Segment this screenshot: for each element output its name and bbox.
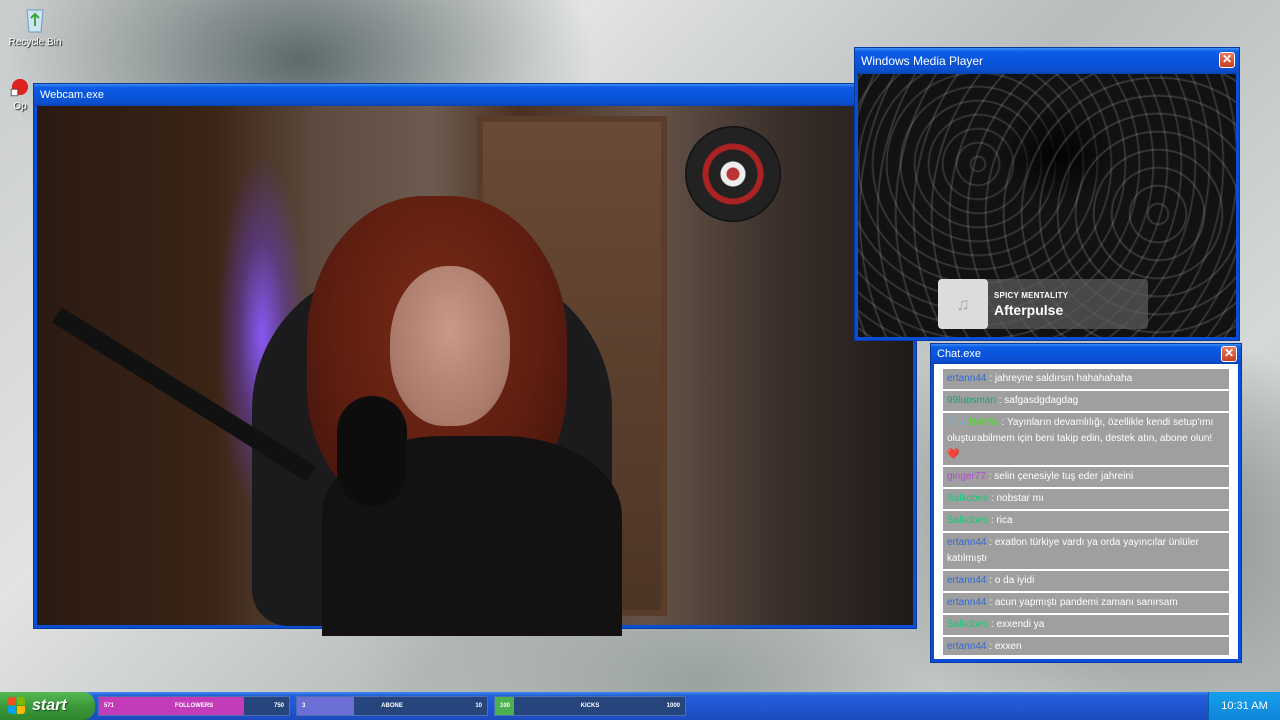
close-icon[interactable]: ✕ bbox=[1219, 52, 1235, 68]
window-title: Chat.exe bbox=[937, 348, 982, 360]
goal-bar-kicks: 100 KICKS 1000 bbox=[494, 696, 686, 716]
chat-message: Salkobes : nobstar mı bbox=[943, 489, 1229, 509]
desktop-icon-recycle-bin[interactable]: Recycle Bin bbox=[0, 4, 70, 48]
chat-text: : rica bbox=[990, 515, 1013, 526]
chat-text: : selin çenesiyle tuş eder jahreini bbox=[988, 471, 1134, 482]
webcam-background-dartboard bbox=[685, 126, 781, 222]
media-player-titlebar[interactable]: Windows Media Player ✕ bbox=[855, 48, 1239, 74]
chat-username[interactable]: 99luosman bbox=[947, 395, 996, 406]
app-shortcut-icon bbox=[10, 78, 29, 97]
chat-message: ⓘ ✓ BotRix : Yayınların devamlılığı, öze… bbox=[943, 413, 1229, 465]
chat-username[interactable]: ertann44 bbox=[947, 373, 986, 384]
media-visualizer: ♫ SPICY MENTALITY Afterpulse bbox=[858, 74, 1236, 337]
goal-goal: 1000 bbox=[666, 703, 680, 709]
chat-message: Salkobes : rica bbox=[943, 511, 1229, 531]
album-art-icon: ♫ bbox=[938, 279, 988, 329]
chat-username[interactable]: ertann44 bbox=[947, 641, 986, 652]
user-badges-icon: ⓘ ✓ bbox=[947, 417, 967, 428]
goal-label: ABONE bbox=[381, 703, 403, 709]
desktop-icon-label: Op bbox=[13, 101, 27, 112]
chat-username[interactable]: ertann44 bbox=[947, 537, 986, 548]
goal-bar-abone: 3 ABONE 10 bbox=[296, 696, 488, 716]
chat-message: ertann44 : o da iyidi bbox=[943, 571, 1229, 591]
chat-message: ertann44 : acun yapmıştı pandemi zamanı … bbox=[943, 593, 1229, 613]
close-icon[interactable]: ✕ bbox=[1221, 346, 1237, 362]
chat-message: 99luosman : safgasdgdagdag bbox=[943, 391, 1229, 411]
chat-message: ertann44 : exxen bbox=[943, 637, 1229, 655]
chat-text: : nobstar mı bbox=[990, 493, 1044, 504]
webcam-feed bbox=[37, 106, 913, 636]
chat-window: Chat.exe ✕ ertann44 : jahreyne saldırsın… bbox=[931, 344, 1241, 662]
webcam-streamer-face bbox=[390, 266, 510, 426]
chat-text: : jahreyne saldırsın hahahahaha bbox=[989, 373, 1133, 384]
chat-message: Salkobes : exxendi ya bbox=[943, 615, 1229, 635]
webcam-window-titlebar[interactable]: Webcam.exe bbox=[34, 84, 916, 106]
window-title: Windows Media Player bbox=[861, 54, 984, 68]
start-label: start bbox=[32, 697, 67, 714]
track-artist: SPICY MENTALITY bbox=[994, 290, 1069, 300]
start-button[interactable]: start bbox=[0, 692, 95, 720]
track-title: Afterpulse bbox=[994, 301, 1064, 318]
clock: 10:31 AM bbox=[1221, 700, 1268, 712]
chat-message: ertann44 : exatlon türkiye vardı ya orda… bbox=[943, 533, 1229, 569]
chat-text: : exxen bbox=[989, 641, 1022, 652]
chat-username[interactable]: BotRix bbox=[969, 417, 998, 428]
webcam-window: Webcam.exe bbox=[34, 84, 916, 636]
media-player-window: Windows Media Player ✕ ♫ SPICY MENTALITY… bbox=[855, 48, 1239, 340]
chat-text: : exxendi ya bbox=[990, 619, 1045, 630]
goal-goal: 10 bbox=[475, 703, 482, 709]
goal-goal: 750 bbox=[273, 703, 284, 709]
goal-label: KICKS bbox=[580, 703, 600, 709]
system-tray[interactable]: 10:31 AM bbox=[1208, 692, 1280, 720]
windows-logo-icon bbox=[8, 697, 26, 715]
chat-username[interactable]: Salkobes bbox=[947, 493, 988, 504]
chat-username[interactable]: ertann44 bbox=[947, 575, 986, 586]
chat-text: : acun yapmıştı pandemi zamanı sanırsam bbox=[989, 597, 1178, 608]
taskbar: start 571 FOLLOWERS 750 3 ABONE 10 100 KICKS 100… bbox=[0, 692, 1280, 720]
chat-username[interactable]: ginger77 bbox=[947, 471, 986, 482]
chat-text: : o da iyidi bbox=[989, 575, 1035, 586]
chat-text: : safgasdgdagdag bbox=[998, 395, 1079, 406]
goal-label: FOLLOWERS bbox=[174, 703, 214, 709]
now-playing-card: ♫ SPICY MENTALITY Afterpulse bbox=[938, 279, 1148, 329]
chat-username[interactable]: Salkobes bbox=[947, 619, 988, 630]
recycle-bin-icon bbox=[26, 9, 44, 33]
webcam-microphone bbox=[337, 396, 407, 506]
goal-bar-followers: 571 FOLLOWERS 750 bbox=[98, 696, 290, 716]
chat-username[interactable]: ertann44 bbox=[947, 597, 986, 608]
desktop-icon-label: Recycle Bin bbox=[8, 37, 62, 48]
chat-message: ertann44 : jahreyne saldırsın hahahahaha bbox=[943, 369, 1229, 389]
window-title: Webcam.exe bbox=[40, 89, 104, 101]
chat-message: ginger77 : selin çenesiyle tuş eder jahr… bbox=[943, 467, 1229, 487]
chat-username[interactable]: Salkobes bbox=[947, 515, 988, 526]
chat-titlebar[interactable]: Chat.exe ✕ bbox=[931, 344, 1241, 364]
chat-message-list[interactable]: ertann44 : jahreyne saldırsın hahahahaha… bbox=[943, 369, 1229, 655]
